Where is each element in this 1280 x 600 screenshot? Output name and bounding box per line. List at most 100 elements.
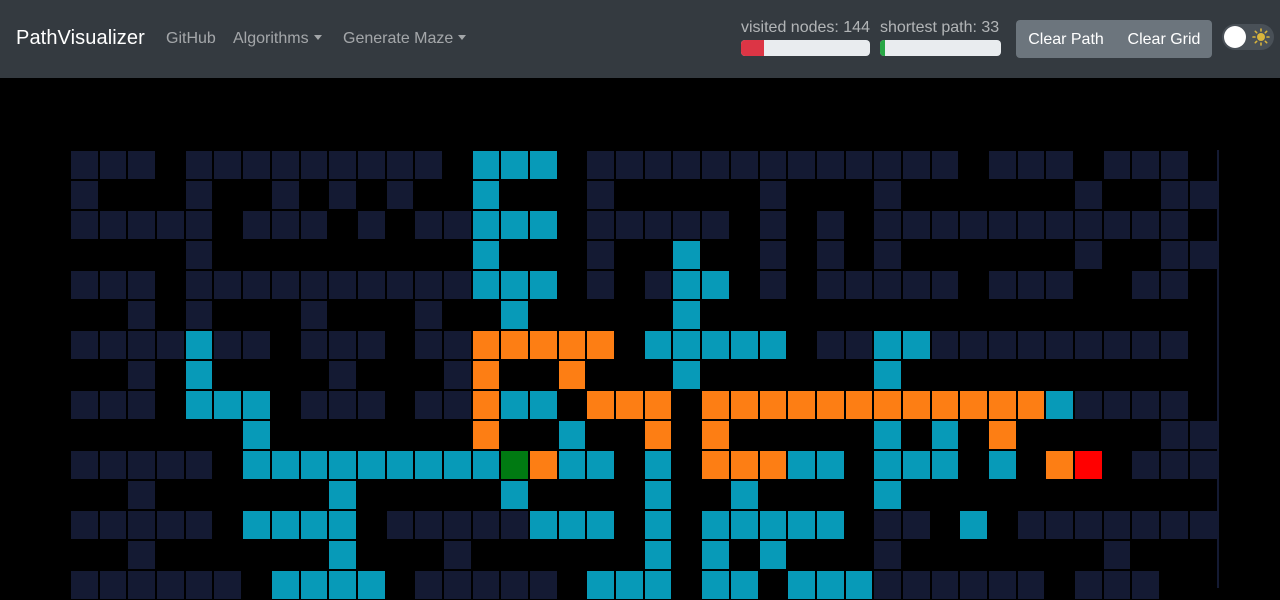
grid-cell-wall[interactable] [127,450,157,480]
grid-cell-wall[interactable] [242,270,271,300]
grid-cell-empty[interactable] [1160,360,1189,390]
generate-maze-dropdown[interactable]: Generate Maze [343,30,467,48]
grid-cell-wall[interactable] [385,150,415,180]
grid-cell-empty[interactable] [729,300,759,330]
grid-cell-wall[interactable] [1160,330,1189,360]
grid-cell-empty[interactable] [270,540,300,570]
grid-cell-empty[interactable] [557,150,587,180]
grid-cell-empty[interactable] [1045,480,1075,510]
grid-cell-empty[interactable] [270,360,300,390]
grid-cell-wall[interactable] [1160,210,1189,240]
grid-cell-wall[interactable] [643,150,673,180]
grid-cell-empty[interactable] [1188,150,1218,180]
grid-cell-wall[interactable] [127,360,157,390]
grid-cell-empty[interactable] [557,480,587,510]
grid-cell-empty[interactable] [1074,540,1103,570]
grid-cell-visited[interactable] [586,450,616,480]
grid-cell-empty[interactable] [385,540,415,570]
grid-cell-empty[interactable] [414,180,443,210]
grid-cell-empty[interactable] [557,210,587,240]
grid-cell-empty[interactable] [529,420,558,450]
grid-cell-empty[interactable] [414,480,443,510]
grid-cell-empty[interactable] [758,420,788,450]
grid-cell-wall[interactable] [1016,150,1046,180]
grid-cell-empty[interactable] [98,300,128,330]
grid-cell-wall[interactable] [1160,240,1189,270]
grid-cell-visited[interactable] [184,330,214,360]
grid-cell-empty[interactable] [701,180,730,210]
grid-cell-wall[interactable] [729,150,759,180]
grid-cell-empty[interactable] [729,540,759,570]
grid-cell-wall[interactable] [1102,540,1132,570]
grid-cell-empty[interactable] [959,420,988,450]
grid-cell-wall[interactable] [98,450,128,480]
grid-cell-empty[interactable] [1102,300,1132,330]
grid-cell-empty[interactable] [1045,240,1075,270]
grid-cell-visited[interactable] [270,510,300,540]
grid-cell-empty[interactable] [156,420,185,450]
grid-cell-empty[interactable] [815,420,845,450]
grid-cell-empty[interactable] [1074,270,1103,300]
grid-cell-empty[interactable] [70,240,99,270]
grid-cell-path[interactable] [787,390,816,420]
grid-cell-empty[interactable] [844,510,874,540]
grid-cell-empty[interactable] [844,300,874,330]
grid-cell-empty[interactable] [414,420,443,450]
grid-cell-empty[interactable] [442,420,472,450]
grid-cell-empty[interactable] [615,360,644,390]
grid-cell-empty[interactable] [385,420,415,450]
grid-cell-visited[interactable] [873,420,902,450]
grid-cell-wall[interactable] [1160,180,1189,210]
grid-cell-empty[interactable] [529,180,558,210]
grid-cell-wall[interactable] [184,180,214,210]
grid-cell-wall[interactable] [643,210,673,240]
grid-cell-wall[interactable] [328,270,357,300]
grid-cell-visited[interactable] [328,540,357,570]
grid-cell-wall[interactable] [1160,390,1189,420]
grid-cell-visited[interactable] [529,270,558,300]
grid-cell-wall[interactable] [213,270,243,300]
grid-cell-empty[interactable] [270,390,300,420]
grid-cell-visited[interactable] [529,150,558,180]
grid-cell-path[interactable] [500,330,529,360]
grid-cell-empty[interactable] [184,540,214,570]
grid-cell-empty[interactable] [156,270,185,300]
grid-cell-wall[interactable] [299,270,329,300]
grid-cell-visited[interactable] [643,540,673,570]
algorithms-dropdown[interactable]: Algorithms [233,30,322,48]
grid-cell-empty[interactable] [500,540,529,570]
grid-cell-wall[interactable] [1074,390,1103,420]
grid-cell-visited[interactable] [873,450,902,480]
grid-cell-visited[interactable] [988,450,1017,480]
grid-cell-empty[interactable] [299,360,329,390]
grid-cell-empty[interactable] [156,150,185,180]
grid-cell-empty[interactable] [328,420,357,450]
grid-cell-empty[interactable] [1102,480,1132,510]
grid-cell-empty[interactable] [615,240,644,270]
grid-cell-path[interactable] [729,450,759,480]
grid-cell-wall[interactable] [988,150,1017,180]
grid-cell-empty[interactable] [1188,390,1218,420]
grid-cell-empty[interactable] [901,360,931,390]
grid-cell-path[interactable] [529,450,558,480]
grid-cell-empty[interactable] [1131,540,1161,570]
grid-cell-wall[interactable] [1188,180,1218,210]
grid-cell-empty[interactable] [672,420,702,450]
grid-cell-visited[interactable] [729,510,759,540]
grid-cell-empty[interactable] [442,150,472,180]
grid-cell-empty[interactable] [1102,420,1132,450]
grid-cell-wall[interactable] [758,210,788,240]
grid-cell-empty[interactable] [270,330,300,360]
grid-cell-empty[interactable] [414,240,443,270]
grid-cell-wall[interactable] [959,570,988,600]
grid-cell-wall[interactable] [873,510,902,540]
grid-cell-path[interactable] [988,420,1017,450]
grid-cell-wall[interactable] [815,270,845,300]
grid-cell-path[interactable] [471,330,501,360]
grid-cell-empty[interactable] [1131,360,1161,390]
grid-cell-path[interactable] [701,420,730,450]
grid-cell-visited[interactable] [758,540,788,570]
grid-cell-wall[interactable] [156,450,185,480]
grid-cell-empty[interactable] [959,270,988,300]
grid-cell-path[interactable] [471,390,501,420]
